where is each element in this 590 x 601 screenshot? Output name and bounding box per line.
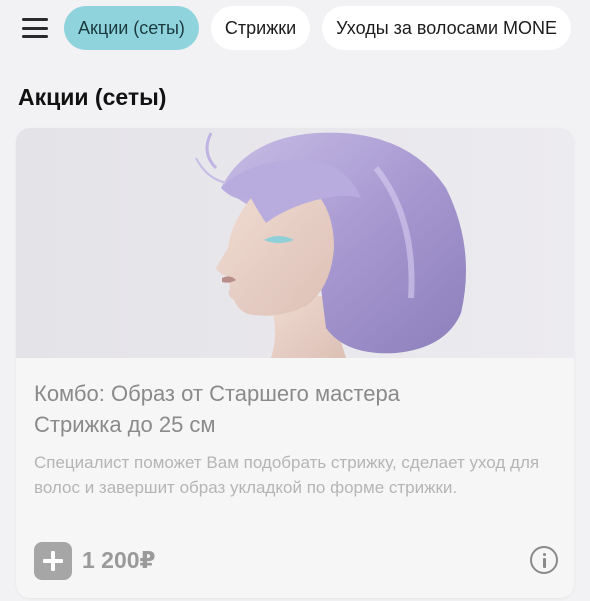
tab-uhody-za-volosami[interactable]: Уходы за волосами MONE [322,6,572,50]
woman-lavender-bob-hair-photo [16,128,574,358]
product-card[interactable]: Комбо: Образ от Старшего мастера Стрижка… [16,128,574,598]
card-description: Специалист поможет Вам подобрать стрижку… [34,453,540,497]
hamburger-menu-icon[interactable] [22,18,48,38]
category-tabs: Акции (сеты) Стрижки Уходы за волосами M… [64,6,572,50]
tab-akcii-sety[interactable]: Акции (сеты) [64,6,199,50]
price-label: 1 200₽ [82,547,156,573]
category-bar: Акции (сеты) Стрижки Уходы за волосами M… [0,0,590,58]
plus-icon[interactable] [34,542,72,580]
card-title: Комбо: Образ от Старшего мастера Стрижка… [34,381,400,437]
info-icon[interactable] [530,546,558,574]
tab-strizhki[interactable]: Стрижки [210,6,311,50]
section-title: Акции (сеты) [18,84,167,110]
